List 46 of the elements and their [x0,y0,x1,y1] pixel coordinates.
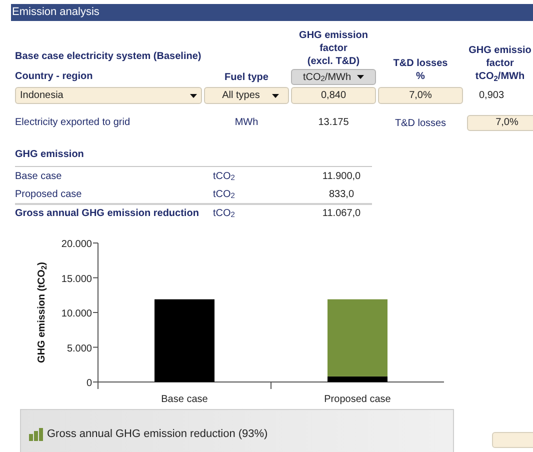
country-dropdown[interactable]: Indonesia [15,87,202,104]
input-field[interactable]: 7,0% [378,87,463,104]
summary-text: Gross annual GHG emission reduction (93%) [47,426,268,442]
dropdown-arrow-icon [190,94,197,98]
tick-label: 15.000 [61,274,92,285]
value-text: 13.175 [317,116,350,130]
category-label: Base case [161,394,208,405]
table-title: GHG emission [15,147,372,167]
row-label: T&D losses [394,117,448,131]
column-label: T&D losses [393,57,448,70]
section-header: Emission analysis [11,4,533,21]
unit-dropdown[interactable]: tCO$_{2}$/MWh [291,69,376,85]
value-text: 11.067,0 [321,206,362,220]
input-field[interactable]: 0,840 [291,87,376,104]
bar-chart-icon [29,428,44,440]
column-label: factor [320,42,348,55]
value-text: 11.900,0 [321,170,362,184]
tick-label: 0 [86,378,92,389]
column-label: % [416,70,425,83]
dropdown-arrow-icon [357,75,364,79]
column-label: (excl. T&D) [307,55,360,68]
section-heading: Base case electricity system (Baseline) [15,50,202,64]
tick-label: 10.000 [61,308,92,320]
row-label: Electricity exported to grid [15,116,132,130]
column-label: GHG emission [299,29,368,42]
tick-label: 20.000 [61,239,92,250]
column-label: Country - region [15,70,94,84]
tick-label: 5.000 [66,343,92,354]
row-label: Base case [15,170,63,184]
column-label: factor [486,57,514,70]
column-label: Fuel type [224,71,268,85]
row-label: Proposed case [15,188,83,202]
unit-text: tCO$_{2}$ [212,188,236,202]
category-label: Proposed case [324,394,391,405]
unit-text: tCO$_{2}$ [212,206,236,220]
dropdown-arrow-icon [272,94,279,98]
unit-text: MWh [234,116,260,130]
value-text: 833,0 [328,188,356,202]
input-field[interactable] [492,432,533,448]
input-field[interactable]: 7,0% [467,114,533,130]
unit-text: tCO$_{2}$ [212,170,236,184]
row-label: Gross annual GHG emission reduction [15,206,200,220]
column-label: GHG emissio [468,44,532,57]
column-label: tCO$_{2}$/MWh [475,70,525,83]
fuel-type-dropdown[interactable]: All types [204,87,289,104]
value-text: 0,903 [479,89,504,103]
